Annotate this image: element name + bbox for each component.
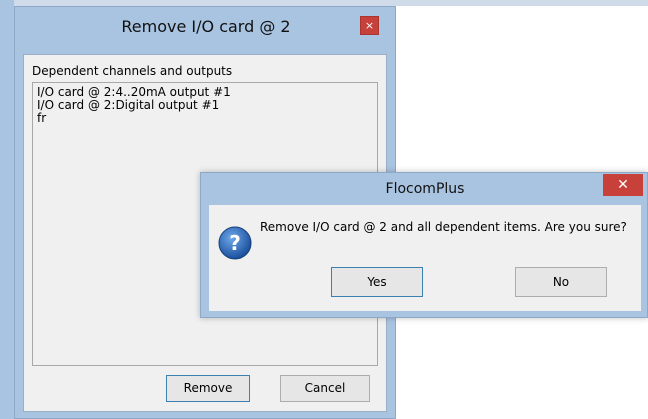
confirm-message-box: FlocomPlus ✕ ? Remove I/O card @ 2 and a… <box>200 172 648 318</box>
dependent-items-label: Dependent channels and outputs <box>32 64 233 78</box>
close-button[interactable]: × <box>360 16 379 35</box>
message-box-close-button[interactable]: ✕ <box>603 174 643 196</box>
no-button[interactable]: No <box>515 267 607 297</box>
remove-button[interactable]: Remove <box>166 375 250 402</box>
yes-button[interactable]: Yes <box>331 267 423 297</box>
close-icon: × <box>364 19 375 32</box>
message-box-title: FlocomPlus <box>385 181 465 197</box>
message-text: Remove I/O card @ 2 and all dependent it… <box>260 220 627 234</box>
list-item[interactable]: fr <box>37 112 373 125</box>
dialog-title: Remove I/O card @ 2 <box>121 17 291 36</box>
message-box-client-area: ? Remove I/O card @ 2 and all dependent … <box>209 205 641 311</box>
desktop-strip-left <box>0 0 14 419</box>
svg-text:?: ? <box>229 231 241 255</box>
list-item[interactable]: I/O card @ 2:Digital output #1 <box>37 99 373 112</box>
cancel-button[interactable]: Cancel <box>280 375 370 402</box>
question-icon: ? <box>218 226 252 260</box>
close-icon: ✕ <box>617 177 629 193</box>
